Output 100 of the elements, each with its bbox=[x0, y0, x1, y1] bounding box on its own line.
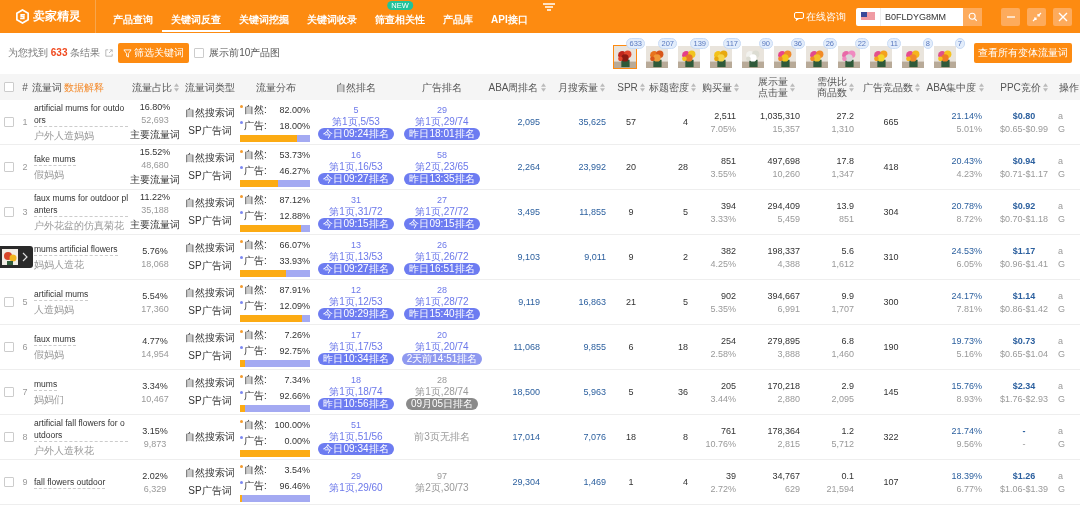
close-button[interactable] bbox=[1053, 7, 1072, 26]
data-explanation-link[interactable]: 数据解释 bbox=[64, 81, 104, 93]
checkbox[interactable] bbox=[194, 48, 205, 58]
action-link[interactable]: a bbox=[1058, 425, 1063, 436]
nav-tab[interactable]: 产品库 bbox=[434, 11, 482, 32]
action-link[interactable]: a bbox=[1058, 200, 1063, 211]
column-header[interactable]: 广告竞品数 bbox=[862, 81, 920, 93]
action-link[interactable]: G bbox=[1058, 258, 1065, 269]
minimize-button[interactable] bbox=[1001, 7, 1020, 26]
clicks: 5,459 bbox=[777, 213, 800, 224]
action-link[interactable]: a bbox=[1058, 110, 1063, 121]
row-checkbox[interactable] bbox=[4, 117, 14, 127]
action-link[interactable]: a bbox=[1058, 380, 1063, 391]
keyword-link[interactable]: artificial mums bbox=[34, 287, 89, 301]
action-link[interactable]: a bbox=[1058, 470, 1063, 481]
collapse-button[interactable] bbox=[1027, 7, 1046, 26]
action-link[interactable]: G bbox=[1058, 348, 1065, 359]
column-header[interactable]: 流量词 数据解释 bbox=[32, 81, 104, 93]
search-button[interactable] bbox=[963, 7, 982, 26]
keyword-link[interactable]: faux mums for outdoor planters bbox=[34, 191, 128, 217]
column-header[interactable]: 流量词类型 bbox=[185, 81, 235, 93]
row-number: 1 bbox=[22, 117, 28, 127]
nav-tab[interactable]: 关键词挖掘 bbox=[230, 11, 298, 32]
sort-icon[interactable] bbox=[789, 82, 795, 92]
column-header[interactable]: 展示量点击量 bbox=[757, 76, 795, 98]
view-variants-button[interactable]: 查看所有变体流量词 bbox=[974, 43, 1072, 63]
column-header[interactable]: ABA集中度 bbox=[926, 81, 984, 93]
sort-icon[interactable] bbox=[540, 82, 546, 92]
action-link[interactable]: G bbox=[1058, 168, 1065, 179]
row-checkbox[interactable] bbox=[4, 162, 14, 172]
action-link[interactable]: G bbox=[1058, 303, 1065, 314]
sort-icon[interactable] bbox=[639, 82, 645, 92]
chevron-right-icon[interactable] bbox=[22, 252, 28, 262]
filter-keywords-button[interactable]: 筛选关键词 bbox=[118, 43, 190, 63]
nav-tab[interactable]: 产品查询 bbox=[104, 11, 162, 32]
sort-icon[interactable] bbox=[599, 82, 605, 92]
natural-label: 自然: bbox=[244, 192, 267, 207]
column-header[interactable]: PPC竞价 bbox=[1000, 81, 1048, 93]
keyword-link[interactable]: fake mums bbox=[34, 152, 76, 166]
purchase-rate: 3.33% bbox=[710, 213, 736, 224]
action-link[interactable]: a bbox=[1058, 245, 1063, 256]
keyword-link[interactable]: faux mums bbox=[34, 332, 76, 346]
purchase-rate: 7.05% bbox=[710, 123, 736, 134]
traffic-count: 52,693 bbox=[141, 115, 169, 125]
row-checkbox[interactable] bbox=[4, 342, 14, 352]
keyword-link[interactable]: mums artificial flowers bbox=[34, 242, 118, 256]
app-logo[interactable]: 卖家精灵 bbox=[33, 8, 81, 25]
sort-icon[interactable] bbox=[733, 82, 739, 92]
row-checkbox[interactable] bbox=[4, 387, 14, 397]
nav-tab[interactable]: 筛查相关性 bbox=[366, 11, 434, 32]
column-header[interactable]: ABA周排名 bbox=[488, 81, 546, 93]
nav-tab[interactable]: API接口 bbox=[482, 11, 537, 32]
column-header[interactable]: # bbox=[22, 81, 28, 93]
action-link[interactable]: G bbox=[1058, 213, 1065, 224]
action-link[interactable]: a bbox=[1058, 335, 1063, 346]
menu-icon[interactable] bbox=[543, 3, 555, 11]
floating-product-panel[interactable] bbox=[0, 246, 33, 268]
action-link[interactable]: G bbox=[1058, 393, 1065, 404]
row-checkbox[interactable] bbox=[4, 477, 14, 487]
search-field[interactable]: B0FLDYG8MM bbox=[856, 7, 963, 26]
sort-icon[interactable] bbox=[690, 82, 696, 92]
keyword-link[interactable]: artificial fall flowers for outdoors bbox=[34, 416, 128, 442]
select-all-checkbox[interactable] bbox=[4, 82, 14, 92]
keyword-type: SP广告词 bbox=[188, 484, 232, 498]
aba-concentration-sub: 9.56% bbox=[956, 438, 982, 449]
action-link[interactable]: a bbox=[1058, 290, 1063, 301]
column-header[interactable]: 流量占比 bbox=[131, 81, 179, 93]
sort-icon[interactable] bbox=[1042, 82, 1048, 92]
action-link[interactable]: G bbox=[1058, 123, 1065, 134]
column-header[interactable]: 购买量 bbox=[701, 81, 739, 93]
online-consult-link[interactable]: 在线咨询 bbox=[794, 9, 846, 24]
row-checkbox[interactable] bbox=[4, 297, 14, 307]
action-link[interactable]: G bbox=[1058, 438, 1065, 449]
column-header[interactable]: 自然排名 bbox=[336, 81, 376, 93]
keyword-type: 自然搜索词 bbox=[185, 331, 235, 345]
rank-page: 第1页,29/60 bbox=[329, 482, 383, 494]
rank-page: 第1页,26/72 bbox=[415, 251, 469, 263]
row-checkbox[interactable] bbox=[4, 432, 14, 442]
keyword-link[interactable]: mums bbox=[34, 377, 58, 391]
purchase-rate: 5.35% bbox=[710, 303, 736, 314]
column-header[interactable]: 操作 bbox=[1059, 81, 1079, 93]
row-checkbox[interactable] bbox=[4, 207, 14, 217]
nav-tab[interactable]: 关键词反查 bbox=[162, 11, 230, 32]
action-link[interactable]: a bbox=[1058, 155, 1063, 166]
action-link[interactable]: G bbox=[1058, 483, 1065, 494]
sort-icon[interactable] bbox=[978, 82, 984, 92]
column-header[interactable]: SPR bbox=[617, 81, 645, 93]
column-header[interactable]: 标题密度 bbox=[648, 81, 696, 93]
column-header[interactable]: 流量分布 bbox=[256, 81, 296, 93]
sort-icon[interactable] bbox=[848, 82, 854, 92]
column-header[interactable]: 月搜索量 bbox=[557, 81, 605, 93]
sort-icon[interactable] bbox=[173, 82, 179, 92]
sort-icon[interactable] bbox=[914, 82, 920, 92]
nav-tab[interactable]: 关键词收录 bbox=[298, 11, 366, 32]
column-header[interactable]: 广告排名 bbox=[422, 81, 462, 93]
product-count: 1,707 bbox=[831, 303, 854, 314]
export-icon[interactable] bbox=[105, 49, 114, 57]
keyword-link[interactable]: fall flowers outdoor bbox=[34, 475, 106, 489]
column-header[interactable]: 需供比商品数 bbox=[816, 76, 854, 98]
keyword-link[interactable]: artificial mums for outdoors bbox=[34, 101, 128, 127]
